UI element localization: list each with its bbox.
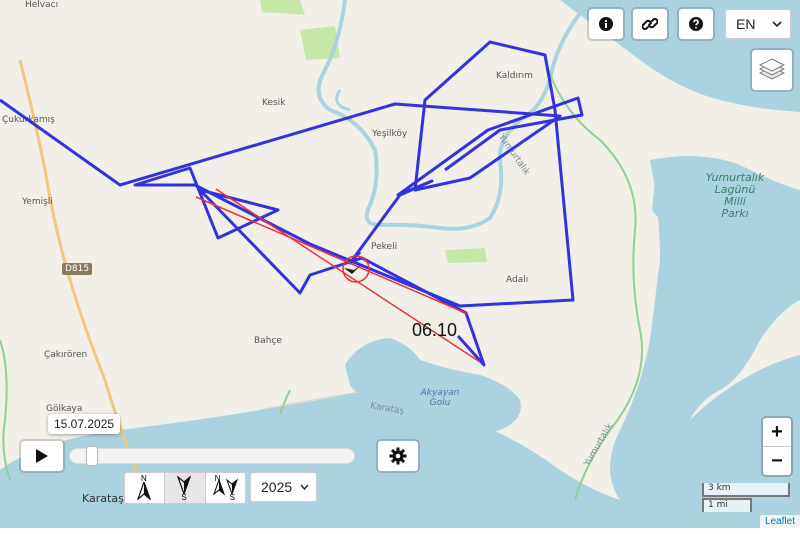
track-label: 06.10 <box>412 320 458 340</box>
year-select[interactable]: 2025 <box>250 472 317 502</box>
attribution-link[interactable]: Leaflet <box>759 515 800 528</box>
direction-letter: S <box>181 493 187 502</box>
direction-north-button[interactable]: N <box>125 473 166 503</box>
year-value: 2025 <box>261 479 293 495</box>
play-button[interactable] <box>21 441 63 471</box>
help-button[interactable] <box>679 9 713 39</box>
scale-mi: 1 mi <box>702 498 752 512</box>
scale-km: 3 km <box>702 483 790 497</box>
chevron-down-icon <box>300 484 309 490</box>
direction-toggle-group: N S N S <box>124 472 246 504</box>
help-icon <box>689 17 703 31</box>
info-button[interactable] <box>589 9 623 39</box>
direction-both-button[interactable]: N S <box>206 473 245 503</box>
play-icon <box>36 449 48 463</box>
direction-letter: S <box>229 493 235 502</box>
gear-icon <box>389 447 407 465</box>
direction-south-button[interactable]: S <box>165 473 206 503</box>
settings-button[interactable] <box>378 441 418 471</box>
flight-track-branch <box>348 96 584 265</box>
language-value: EN <box>736 16 756 32</box>
zoom-control: + − <box>763 418 791 475</box>
link-button[interactable] <box>633 9 667 39</box>
timeline-slider-handle[interactable] <box>86 446 99 466</box>
link-icon <box>642 18 658 30</box>
layers-button[interactable] <box>752 50 792 90</box>
chevron-down-icon <box>772 21 782 27</box>
info-icon <box>599 17 613 31</box>
language-select[interactable]: EN <box>725 9 791 39</box>
zoom-in-button[interactable]: + <box>763 418 791 447</box>
highlight-track <box>195 196 469 315</box>
map-view[interactable]: Helvacı Kesik Çukurkamış Yeşilköy Kaldır… <box>0 0 800 528</box>
south-arrow-icon <box>177 476 192 494</box>
flight-track <box>0 40 575 367</box>
timeline-date-tooltip: 15.07.2025 <box>48 414 121 434</box>
zoom-out-button[interactable]: − <box>763 447 791 475</box>
timeline-slider[interactable] <box>69 446 355 466</box>
layers-icon <box>759 58 785 80</box>
north-south-arrow-icon <box>212 478 238 496</box>
north-arrow-icon <box>137 482 151 500</box>
